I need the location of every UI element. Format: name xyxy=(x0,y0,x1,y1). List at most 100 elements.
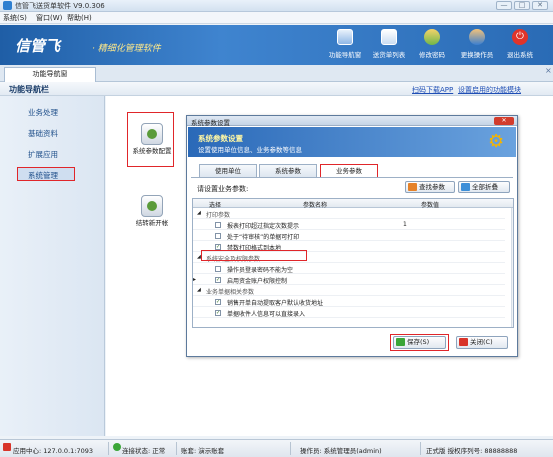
params-grid: 选择 参数名称 参数值 ◢ 打印参数 报表打印超过指定次数提示 1 处于“待审核”的单据… xyxy=(192,198,514,328)
col-select: 选择 xyxy=(209,202,222,209)
divider xyxy=(420,442,421,455)
vertical-scrollbar[interactable] xyxy=(511,208,513,327)
maximize-button[interactable]: □ xyxy=(514,1,530,10)
app-center-icon xyxy=(3,443,11,451)
check-icon xyxy=(396,338,405,346)
divider xyxy=(290,442,291,455)
grid-group-row[interactable]: ◢ 打印参数 xyxy=(193,209,505,219)
status-account: 账套: 演示账套 xyxy=(181,447,225,455)
row-checkbox[interactable]: ✓ xyxy=(215,310,221,316)
module-carry-forward[interactable]: 结转新开帐 xyxy=(128,195,176,227)
param-name: 操作员登录密码不能为空 xyxy=(227,267,294,274)
group-label: 打印参数 xyxy=(206,212,231,219)
param-name: 销售开单自动提取客户默认收货地址 xyxy=(227,300,324,307)
row-checkbox[interactable] xyxy=(215,233,221,239)
tab-business-params[interactable]: 业务参数 xyxy=(320,164,378,177)
search-icon xyxy=(408,183,417,191)
table-row[interactable]: ▸ ✓ 启用资金账户权限控制 xyxy=(193,275,505,285)
menu-help[interactable]: 帮助(H) xyxy=(67,13,92,23)
minimize-button[interactable]: — xyxy=(496,1,512,10)
table-row[interactable]: ✓ 单据收件人信息可以直接录入 xyxy=(193,308,505,318)
app-icon xyxy=(3,1,12,10)
param-name: 处于“待审核”的单据可打印 xyxy=(227,234,300,241)
grid-header: 选择 参数名称 参数值 xyxy=(193,199,513,209)
toolbar-exit-button[interactable]: ⏻ 退出系统 xyxy=(498,29,542,63)
settings-dialog: 系统参数设置 ✕ 系统参数设置 设置使用单位信息、业务参数等信息 ⚙ 使用单位 … xyxy=(186,115,518,357)
toolbar-delivery-list-button[interactable]: 送货单列表 xyxy=(367,29,411,63)
status-bar: 应用中心: 127.0.0.1:7093 连接状态: 正常 账套: 演示账套 操… xyxy=(0,439,553,457)
row-checkbox[interactable] xyxy=(215,266,221,272)
logo: 信管飞 xyxy=(15,37,61,55)
col-param-name: 参数名称 xyxy=(303,202,328,209)
tab-divider xyxy=(191,177,513,178)
close-window-button[interactable]: ✕ xyxy=(532,1,548,10)
database-gear-icon xyxy=(141,123,163,145)
param-name: 单据收件人信息可以直接录入 xyxy=(227,311,306,318)
highlight-frame xyxy=(201,250,307,261)
col-param-value: 参数值 xyxy=(421,202,440,209)
power-icon: ⏻ xyxy=(512,29,528,45)
collapse-arrow-icon[interactable]: ◢ xyxy=(197,210,201,216)
connection-ok-icon xyxy=(113,443,121,451)
sidebar xyxy=(0,96,105,436)
monitor-icon xyxy=(337,29,353,45)
module-system-params[interactable]: 系统参数配置 xyxy=(128,123,176,155)
status-connection: 连接状态: 正常 xyxy=(122,447,166,455)
row-checkbox[interactable]: ✓ xyxy=(215,277,221,283)
dialog-close-icon[interactable]: ✕ xyxy=(494,117,514,125)
sidebar-item-extensions[interactable]: 扩展应用 xyxy=(28,149,58,160)
section-title: 功能导航栏 xyxy=(9,85,49,94)
close-icon xyxy=(459,338,468,346)
window-title: 信管飞送货单软件 V9.0.306 xyxy=(15,2,105,10)
tab-nav-window[interactable]: 功能导航窗 xyxy=(4,67,96,82)
dialog-header: 系统参数设置 设置使用单位信息、业务参数等信息 ⚙ xyxy=(188,127,516,157)
params-prompt: 请设置业务参数: xyxy=(197,185,249,193)
param-value[interactable]: 1 xyxy=(403,221,407,228)
table-row[interactable]: ✓ 销售开单自动提取客户默认收货地址 xyxy=(193,297,505,307)
close-button[interactable]: 关闭(C) xyxy=(456,336,508,349)
dialog-title-bar: 系统参数设置 ✕ xyxy=(187,116,517,127)
status-operator: 操作员: 系统管理员(admin) xyxy=(300,447,382,455)
tab-system-params[interactable]: 系统参数 xyxy=(259,164,317,177)
find-params-button[interactable]: 查找参数 xyxy=(405,181,455,193)
param-name: 启用资金账户权限控制 xyxy=(227,278,288,285)
table-row[interactable]: 操作员登录密码不能为空 xyxy=(193,264,505,274)
sidebar-item-business[interactable]: 业务处理 xyxy=(28,107,58,118)
row-checkbox[interactable]: ✓ xyxy=(215,299,221,305)
dialog-title: 系统参数设置 xyxy=(191,119,230,127)
dialog-header-subtitle: 设置使用单位信息、业务参数等信息 xyxy=(198,146,302,154)
tagline: · 精细化管理软件 xyxy=(92,44,161,54)
dialog-header-title: 系统参数设置 xyxy=(198,134,243,143)
status-app-center: 应用中心: 127.0.0.1:7093 xyxy=(13,447,93,455)
user-icon xyxy=(469,29,485,45)
toolbar-nav-window-button[interactable]: 功能导航窗 xyxy=(323,29,367,63)
sidebar-item-label: 系统管理 xyxy=(28,171,58,180)
menu-system[interactable]: 系统(S) xyxy=(3,13,27,23)
table-row[interactable]: 处于“待审核”的单据可打印 xyxy=(193,231,505,241)
close-tab-icon[interactable]: × xyxy=(545,66,552,75)
divider xyxy=(176,442,177,455)
save-button[interactable]: 保存(S) xyxy=(393,336,446,349)
menu-window[interactable]: 窗口(W) xyxy=(36,13,62,23)
toolbar-change-password-button[interactable]: 修改密码 xyxy=(410,29,454,63)
database-add-icon xyxy=(141,195,163,217)
list-icon xyxy=(381,29,397,45)
title-bar: 信管飞送货单软件 V9.0.306 — □ ✕ xyxy=(0,0,553,12)
gear-icon: ⚙ xyxy=(488,131,505,152)
lock-icon xyxy=(424,29,440,45)
collapse-all-button[interactable]: 全部折叠 xyxy=(458,181,510,193)
table-row[interactable]: 报表打印超过指定次数提示 1 xyxy=(193,220,505,230)
toolbar-switch-operator-button[interactable]: 更换操作员 xyxy=(455,29,499,63)
banner: 信管飞 · 精细化管理软件 功能导航窗 送货单列表 修改密码 更换操作员 ⏻ 退… xyxy=(0,25,553,65)
download-app-link[interactable]: 扫码下载APP xyxy=(412,85,453,95)
sidebar-item-basic-data[interactable]: 基础资料 xyxy=(28,128,58,139)
tab-organization[interactable]: 使用单位 xyxy=(199,164,257,177)
collapse-arrow-icon[interactable]: ◢ xyxy=(197,287,201,293)
collapse-icon xyxy=(461,183,470,191)
configure-modules-link[interactable]: 设置启用的功能模块 xyxy=(458,85,521,95)
grid-group-row[interactable]: ◢ 业务单据相关参数 xyxy=(193,286,505,296)
section-header: 功能导航栏 扫码下载APP 设置启用的功能模块 xyxy=(0,82,553,96)
row-pointer-icon: ▸ xyxy=(193,276,197,283)
row-checkbox[interactable] xyxy=(215,222,221,228)
sidebar-item-system-management[interactable]: 系统管理 xyxy=(17,167,75,181)
